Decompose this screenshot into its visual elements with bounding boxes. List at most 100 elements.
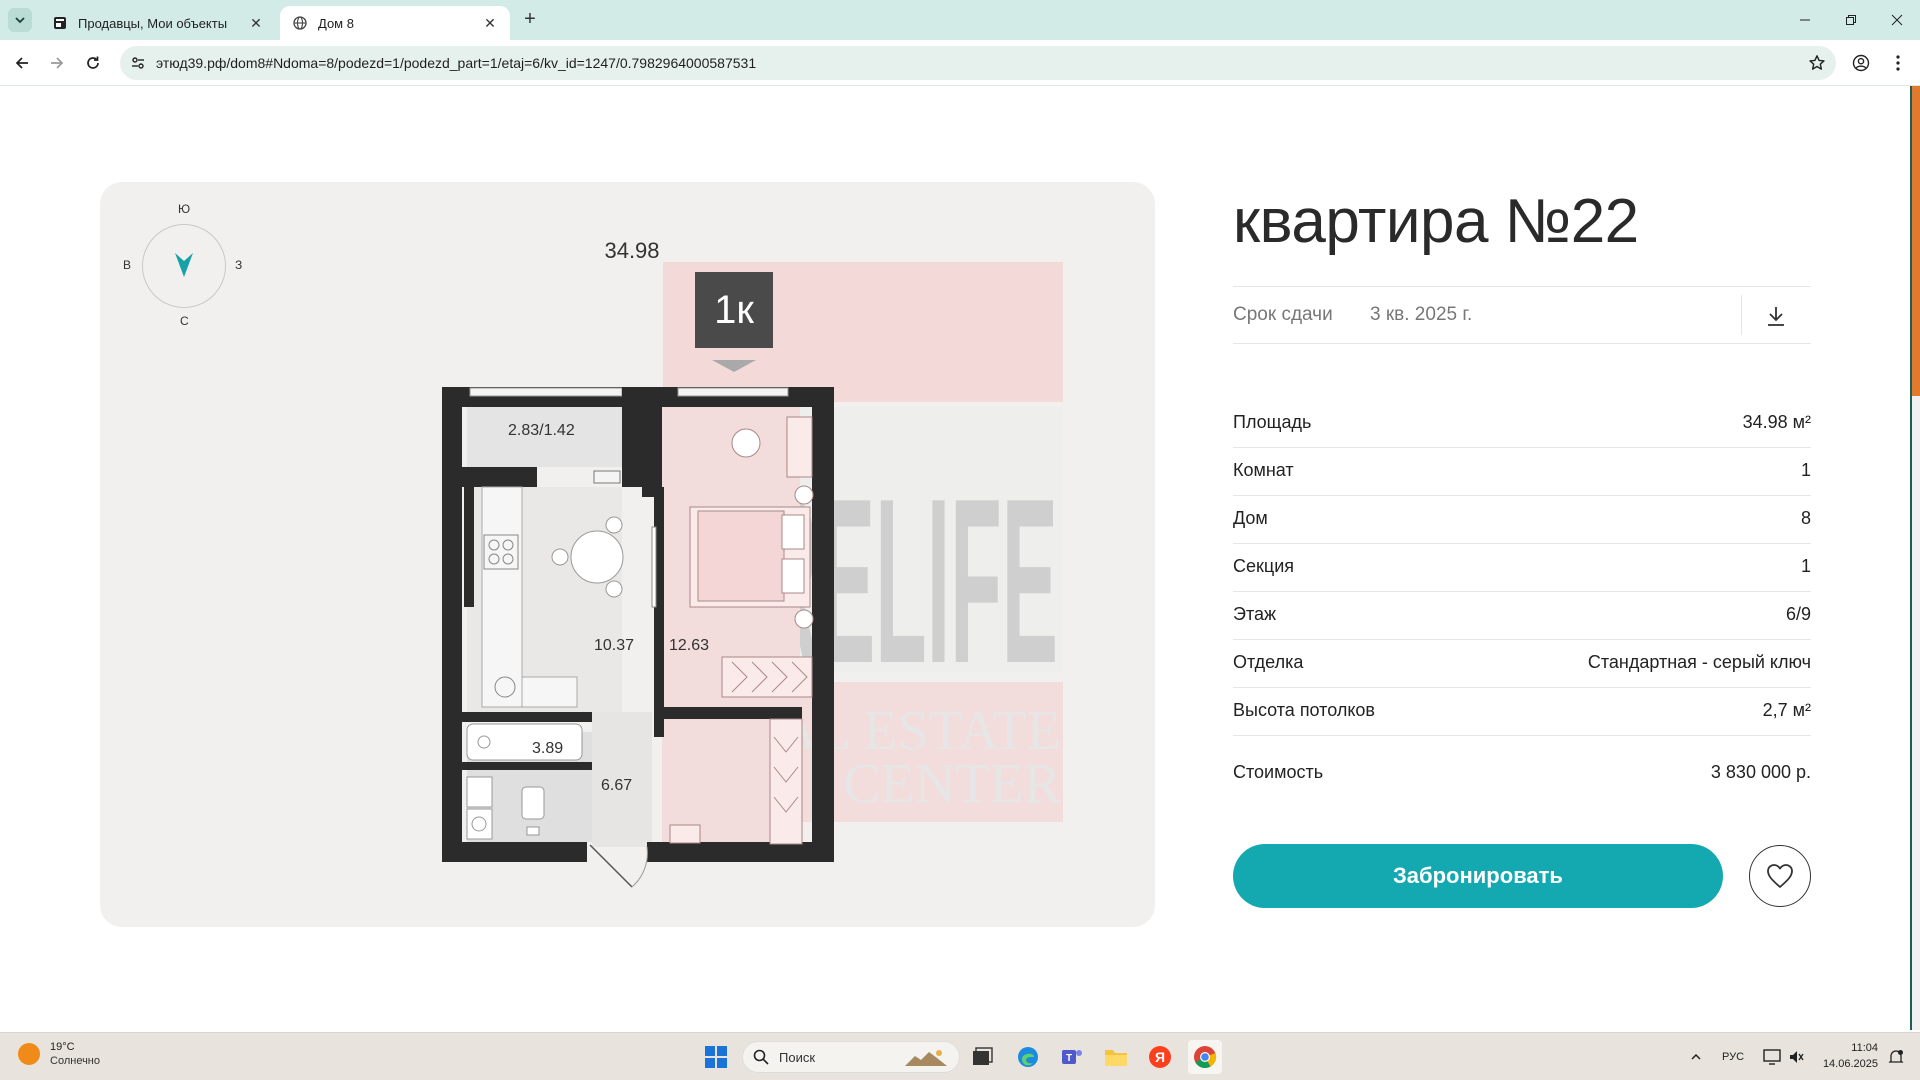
sun-icon [18,1043,40,1065]
room-area-kitchen: 10.37 [594,637,635,654]
spec-label: Площадь [1233,412,1312,432]
badge-pointer [712,360,756,372]
floor-plan-card: Ю С В З RELIFE REAL ESTATE CENTER 34.98 … [100,182,1155,927]
chrome-button[interactable] [1188,1040,1222,1074]
close-window-button[interactable] [1882,8,1912,32]
specs-table: Площадь 34.98 м² Комнат 1 Дом 8 Секция 1… [1233,400,1811,794]
close-tab-icon[interactable]: ✕ [248,15,264,31]
spec-value: 8 [1800,508,1811,528]
book-button[interactable]: Забронировать [1233,844,1723,908]
yandex-browser-button[interactable]: Я [1146,1043,1174,1071]
compass-east-label: З [235,258,243,272]
spec-row-ceiling: Высота потолков 2,7 м² [1233,688,1811,736]
folder-icon [1105,1050,1127,1066]
svg-text:T: T [1066,1053,1072,1064]
minimize-button[interactable] [1790,8,1820,32]
url-text[interactable]: этюд39.рф/dom8#Ndoma=8/podezd=1/podezd_p… [156,55,756,71]
compass-west-label: В [123,258,132,272]
svg-text:CENTER: CENTER [843,753,1061,815]
price-label: Стоимость [1233,762,1324,782]
floor-plan-drawing[interactable] [442,387,834,907]
reload-button[interactable] [80,50,106,76]
windows-logo-icon [705,1046,727,1068]
tab-sellers[interactable]: Продавцы, Мои объекты ✕ [40,6,276,40]
delivery-label: Срок сдачи [1233,304,1333,325]
volume-button[interactable] [1782,1043,1810,1071]
task-view-button[interactable] [968,1043,996,1071]
profile-icon [1852,54,1870,72]
price-value: 3 830 000 р. [1710,762,1811,782]
teams-button[interactable]: T [1058,1043,1086,1071]
tray-overflow-button[interactable] [1682,1043,1710,1071]
weather-desc: Солнечно [50,1055,100,1067]
room-area-bathroom: 3.89 [532,740,564,757]
close-tab-icon[interactable]: ✕ [482,15,498,31]
browser-menu-button[interactable] [1885,50,1911,76]
tab-dom8[interactable]: Дом 8 ✕ [280,6,510,40]
spec-value: 2,7 м² [1762,700,1811,720]
apartment-title: квартира №22 [1233,187,1639,256]
spec-row-house: Дом 8 [1233,496,1811,544]
monitor-icon [1763,1049,1781,1065]
close-icon [1891,14,1903,26]
edge-button[interactable] [1014,1043,1042,1071]
search-highlight-icon [905,1050,947,1066]
chevron-up-icon [1691,1053,1701,1060]
spec-label: Этаж [1233,604,1277,624]
clock-date[interactable]: 14.06.2025 [1816,1058,1878,1070]
taskbar-search[interactable]: Поиск [742,1041,960,1073]
clock-time[interactable]: 11:04 [1822,1042,1878,1054]
scrollbar-thumb[interactable] [1912,86,1920,396]
notifications-button[interactable] [1882,1043,1910,1071]
start-button[interactable] [702,1043,730,1071]
restore-button[interactable] [1836,8,1866,32]
weather-widget[interactable]: 19°C Солнечно [18,1041,100,1067]
compass: Ю С В З [100,182,400,342]
spec-row-price: Стоимость 3 830 000 р. [1233,736,1811,794]
favorite-button[interactable] [1749,845,1811,907]
restore-icon [1846,15,1856,25]
compass-south-label: Ю [178,202,191,216]
tab-title: Продавцы, Мои объекты [78,15,228,31]
bookmark-star-icon[interactable] [1808,54,1826,72]
windows-taskbar: 19°C Солнечно Поиск T Я РУС 11:04 14.06.… [0,1032,1920,1080]
teams-icon: T [1062,1050,1082,1064]
edge-icon [1018,1047,1038,1067]
chrome-icon [1194,1046,1217,1068]
profile-button[interactable] [1848,50,1874,76]
back-button[interactable] [9,50,35,76]
forward-button[interactable] [44,50,70,76]
spec-value: 1 [1800,556,1811,576]
spec-label: Комнат [1233,460,1294,480]
yandex-icon: Я [1149,1046,1171,1068]
site-settings-icon[interactable] [130,55,146,71]
room-area-hallway: 6.67 [601,777,633,794]
search-placeholder: Поиск [779,1049,816,1065]
svg-text:Я: Я [1155,1049,1165,1065]
rooms-badge: 1к [695,272,773,348]
tab-search-button[interactable] [8,8,32,32]
spec-label: Отделка [1233,652,1304,672]
language-indicator[interactable]: РУС [1722,1051,1744,1063]
globe-icon [292,15,308,31]
new-tab-button[interactable]: + [520,9,540,30]
spec-value: 1 [1800,460,1811,480]
notification-bell-icon [1888,1050,1904,1063]
chevron-down-icon [15,17,25,24]
spec-row-floor: Этаж 6/9 [1233,592,1811,640]
arrow-left-icon [15,57,28,69]
spec-label: Высота потолков [1233,700,1375,720]
address-bar[interactable]: этюд39.рф/dom8#Ndoma=8/podezd=1/podezd_p… [120,46,1836,80]
compass-arrow-icon [175,253,193,277]
delivery-value: 3 кв. 2025 г. [1370,304,1473,325]
spec-row-area: Площадь 34.98 м² [1233,400,1811,448]
delivery-row: Срок сдачи 3 кв. 2025 г. [1233,286,1811,344]
spec-label: Секция [1233,556,1294,576]
download-icon [1768,307,1784,326]
room-area-bedroom: 12.63 [669,637,710,654]
download-button[interactable] [1761,303,1791,329]
compass-north-label: С [180,314,189,328]
file-explorer-button[interactable] [1102,1043,1130,1071]
reload-icon [87,56,99,69]
room-area-balcony: 2.83/1.42 [508,422,575,439]
